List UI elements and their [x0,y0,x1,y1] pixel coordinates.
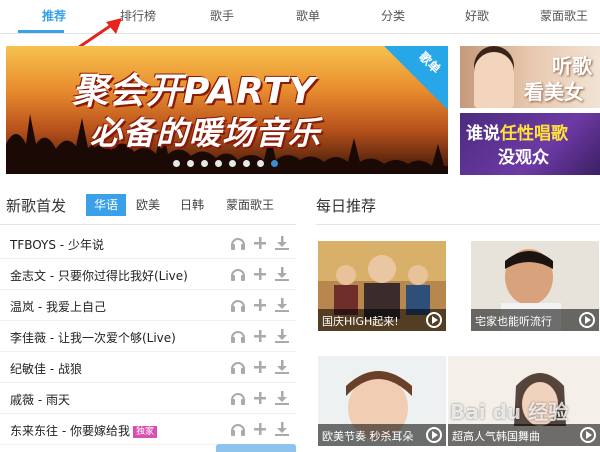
song-title[interactable]: 温岚 - 我爱上自己 [10,298,106,315]
tab-recommend[interactable]: 推荐 [24,0,84,33]
side-ad-listen-line1: 听歌 [552,54,592,78]
tab-categories[interactable]: 分类 [363,0,423,33]
baidu-jingyan-watermark: Bai du 经验 [450,400,569,424]
new-songs-divider [0,224,296,225]
side-ad-sing-line2: 没观众 [498,148,549,168]
exclusive-badge: 独家 [132,426,157,438]
list-item[interactable]: 戚薇 - 雨天 [0,383,296,414]
headphones-icon[interactable] [230,297,246,313]
plus-icon[interactable] [252,328,268,344]
carousel-dots [173,160,278,170]
plus-icon[interactable] [252,390,268,406]
card-caption-bar: 超高人气韩国舞曲 [448,424,600,446]
tab-charts[interactable]: 排行榜 [108,0,168,33]
play-icon[interactable] [579,312,595,328]
plus-icon[interactable] [252,297,268,313]
new-songs-title: 新歌首发 [6,197,67,215]
song-title[interactable]: 纪敏佳 - 战狼 [10,360,82,377]
list-item[interactable]: 温岚 - 我爱上自己 [0,290,296,321]
download-icon[interactable] [274,235,290,251]
list-item[interactable]: 纪敏佳 - 战狼 [0,352,296,383]
card-caption: 宅家也能听流行 [475,315,552,328]
lang-tab-western[interactable]: 欧美 [130,194,166,216]
list-item[interactable]: 金志文 - 只要你过得比我好(Live) [0,259,296,290]
headphones-icon[interactable] [230,235,246,251]
daily-card[interactable]: 国庆HIGH起来! [318,241,446,331]
carousel-dot[interactable] [257,160,264,167]
headphones-icon[interactable] [230,390,246,406]
plus-icon[interactable] [252,421,268,437]
card-caption: 欧美节奏 秒杀耳朵 [322,430,414,443]
tab-masked-singer[interactable]: 蒙面歌王 [532,0,596,33]
top-nav: 推荐 排行榜 歌手 歌单 分类 好歌 蒙面歌王 [0,0,600,34]
song-title[interactable]: 东来东往 - 你要嫁给我 独家 [10,422,157,439]
list-item[interactable]: 东来东往 - 你要嫁给我 独家 [0,414,296,445]
promo-banner[interactable]: 聚会开PARTY 必备的暖场音乐 歌单 [6,46,448,174]
daily-divider [316,224,600,225]
daily-card[interactable]: 宅家也能听流行 [471,241,599,331]
song-title[interactable]: 戚薇 - 雨天 [10,391,70,408]
tab-good-songs[interactable]: 好歌 [447,0,507,33]
download-icon[interactable] [274,266,290,282]
carousel-dot[interactable] [229,160,236,167]
side-ad-sing-line1: 谁说任性唱歌 [466,124,568,144]
more-button[interactable] [216,444,296,452]
banner-subheadline: 必备的暖场音乐 [90,114,322,152]
download-icon[interactable] [274,359,290,375]
song-title[interactable]: 金志文 - 只要你过得比我好(Live) [10,267,188,284]
song-title[interactable]: TFBOYS - 少年说 [10,236,104,253]
list-item[interactable]: 李佳薇 - 让我一次爱个够(Live) [0,321,296,352]
plus-icon[interactable] [252,266,268,282]
carousel-dot[interactable] [201,160,208,167]
play-icon[interactable] [426,427,442,443]
play-icon[interactable] [580,427,596,443]
card-caption: 国庆HIGH起来! [322,315,399,328]
side-ad-listen-line2: 看美女 [524,80,584,104]
carousel-dot[interactable] [243,160,250,167]
plus-icon[interactable] [252,359,268,375]
song-title[interactable]: 李佳薇 - 让我一次爱个够(Live) [10,329,176,346]
active-tab-indicator [18,30,64,33]
card-caption: 超高人气韩国舞曲 [452,430,540,443]
lang-tab-jpkr[interactable]: 日韩 [174,194,210,216]
playlist-corner-badge [384,46,448,110]
carousel-dot[interactable] [173,160,180,167]
side-ad-listen[interactable]: 听歌 看美女 [460,46,600,108]
headphones-icon[interactable] [230,359,246,375]
carousel-dot[interactable] [271,160,278,167]
download-icon[interactable] [274,297,290,313]
tab-playlists[interactable]: 歌单 [278,0,338,33]
song-list: TFBOYS - 少年说 金志文 - 只要你过得比我好(Live) 温岚 - 我… [0,228,296,445]
carousel-dot[interactable] [215,160,222,167]
girl-portrait-icon [474,52,514,108]
plus-icon[interactable] [252,235,268,251]
headphones-icon[interactable] [230,328,246,344]
download-icon[interactable] [274,390,290,406]
lang-tab-masked-singer[interactable]: 蒙面歌王 [220,194,280,216]
headphones-icon[interactable] [230,266,246,282]
carousel-dot[interactable] [187,160,194,167]
play-icon[interactable] [426,312,442,328]
daily-title: 每日推荐 [316,197,377,215]
banner-headline: 聚会开PARTY [72,71,316,112]
download-icon[interactable] [274,421,290,437]
list-item[interactable]: TFBOYS - 少年说 [0,228,296,259]
download-icon[interactable] [274,328,290,344]
lang-tab-chinese[interactable]: 华语 [86,194,126,216]
daily-card[interactable]: 欧美节奏 秒杀耳朵 [318,356,446,446]
side-ad-sing[interactable]: 谁说任性唱歌 没观众 [460,113,600,175]
headphones-icon[interactable] [230,421,246,437]
tab-singers[interactable]: 歌手 [192,0,252,33]
